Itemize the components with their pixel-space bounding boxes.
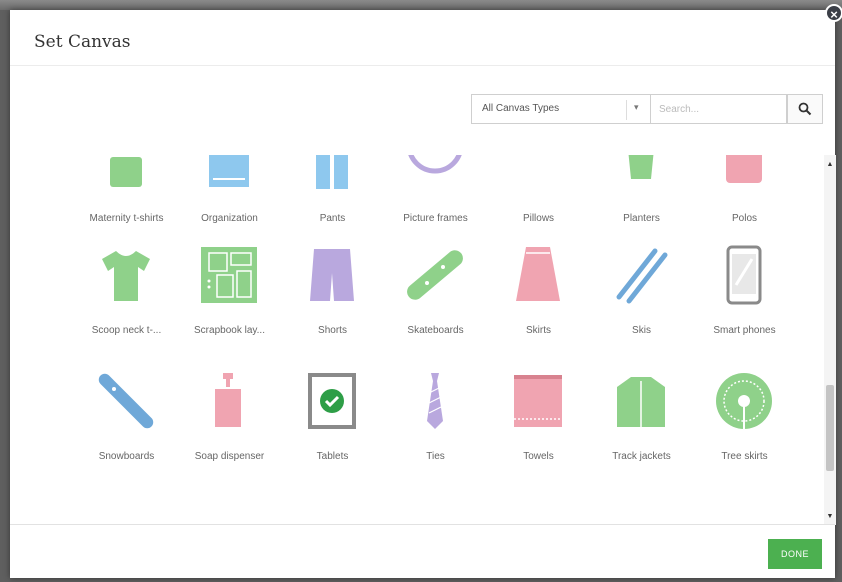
canvas-tile-label: Scoop neck t-... bbox=[91, 325, 162, 336]
jacket-icon bbox=[611, 497, 671, 525]
scroll-up-arrow[interactable]: ▲ bbox=[824, 159, 836, 171]
title-divider bbox=[10, 65, 835, 66]
canvas-tile[interactable] bbox=[285, 489, 380, 525]
canvas-tile[interactable]: Scrapbook lay... bbox=[182, 237, 277, 357]
set-canvas-dialog: Set Canvas All Canvas Types ▾ Maternity … bbox=[10, 10, 836, 578]
canvas-tile-label: Skirts bbox=[526, 325, 551, 336]
canvas-tile[interactable]: Tablets bbox=[285, 363, 380, 483]
canvas-tile-label: Skateboards bbox=[407, 325, 464, 336]
scoop-neck-tshirt-icon bbox=[102, 251, 150, 301]
window-icon bbox=[714, 497, 774, 525]
search-icon bbox=[798, 102, 812, 116]
canvas-tile[interactable]: Polos bbox=[697, 155, 792, 245]
canvas-tile[interactable]: Skateboards bbox=[388, 237, 483, 357]
canvas-grid: Maternity t-shirts Organization Pants Pictu… bbox=[79, 155, 829, 525]
canvas-tile[interactable]: Organization bbox=[182, 155, 277, 245]
canvas-tile-label: Planters bbox=[623, 213, 660, 224]
canvas-type-value: All Canvas Types bbox=[482, 103, 560, 114]
scroll-thumb[interactable] bbox=[826, 385, 834, 471]
vneck-tshirt-icon bbox=[302, 497, 362, 525]
organization-icon bbox=[209, 155, 249, 187]
canvas-tile[interactable]: Planters bbox=[594, 155, 689, 245]
canvas-tile[interactable]: Snowboards bbox=[79, 363, 174, 483]
polo-icon bbox=[726, 155, 762, 183]
canvas-tile[interactable]: Ties bbox=[388, 363, 483, 483]
canvas-tile[interactable]: Shorts bbox=[285, 237, 380, 357]
canvas-tile-label: Ties bbox=[426, 451, 445, 462]
snowboard-icon bbox=[98, 373, 154, 429]
canvas-tile-label: Organization bbox=[201, 213, 258, 224]
towel-icon bbox=[514, 375, 562, 427]
smartphone-icon bbox=[726, 245, 762, 305]
canvas-tile[interactable]: Pillows bbox=[491, 155, 586, 245]
pillow-icon bbox=[508, 155, 568, 193]
close-icon[interactable]: × bbox=[825, 4, 842, 22]
graphic-tshirt-icon bbox=[508, 497, 568, 525]
chevron-down-icon[interactable]: ▾ bbox=[634, 102, 639, 113]
canvas-tile-label: Shorts bbox=[318, 325, 347, 336]
footer-divider bbox=[10, 524, 835, 525]
canvas-tile-label: Pillows bbox=[522, 213, 555, 224]
umbrella-icon bbox=[245, 524, 253, 525]
skis-icon bbox=[616, 248, 668, 304]
canvas-tile-label: Scrapbook lay... bbox=[194, 325, 265, 336]
canvas-tile[interactable] bbox=[79, 489, 174, 525]
scroll-down-arrow[interactable]: ▼ bbox=[824, 511, 836, 523]
canvas-tile-label: Tree skirts bbox=[721, 451, 768, 462]
canvas-tile[interactable]: Track jackets bbox=[594, 363, 689, 483]
canvas-tile-label: Track jackets bbox=[612, 451, 671, 462]
canvas-tile[interactable]: Smart phones bbox=[697, 237, 792, 357]
canvas-tile-label: Maternity t-shirts bbox=[89, 213, 164, 224]
grid-scrollbar[interactable]: ▲ ▼ bbox=[824, 155, 836, 525]
page-backdrop bbox=[0, 0, 842, 10]
canvas-tile[interactable] bbox=[594, 489, 689, 525]
canvas-tile[interactable]: Tree skirts bbox=[697, 363, 792, 483]
select-divider bbox=[626, 100, 627, 120]
tree-skirt-icon bbox=[716, 373, 772, 429]
scrapbook-layout-icon bbox=[201, 247, 257, 303]
canvas-tile-label: Snowboards bbox=[98, 451, 155, 462]
canvas-tile-label: Skis bbox=[632, 325, 651, 336]
canvas-tile-label: Towels bbox=[523, 451, 554, 462]
picture-frame-icon bbox=[408, 155, 462, 174]
maternity-tshirt-icon bbox=[110, 157, 142, 187]
track-jacket-icon bbox=[617, 377, 665, 427]
canvas-tile[interactable] bbox=[491, 489, 586, 525]
tie-icon bbox=[427, 373, 443, 429]
canvas-tile[interactable]: Picture frames bbox=[388, 155, 483, 245]
skirt-icon bbox=[516, 247, 560, 301]
canvas-tile-label: Smart phones bbox=[713, 325, 776, 336]
tablet-icon bbox=[308, 373, 356, 429]
search-input[interactable] bbox=[651, 94, 787, 124]
dialog-title: Set Canvas bbox=[34, 32, 131, 52]
done-button[interactable]: DONE bbox=[768, 539, 822, 569]
canvas-tile-label: Soap dispenser bbox=[194, 451, 265, 462]
canvas-tile[interactable]: Maternity t-shirts bbox=[79, 155, 174, 245]
long-sleeve-icon bbox=[405, 497, 465, 525]
canvas-tile[interactable] bbox=[388, 489, 483, 525]
search-button[interactable] bbox=[787, 94, 823, 124]
canvas-tile[interactable]: Pants bbox=[285, 155, 380, 245]
canvas-type-select[interactable]: All Canvas Types ▾ bbox=[471, 94, 651, 124]
planter-icon bbox=[628, 155, 654, 179]
canvas-tile-label: Pants bbox=[319, 213, 346, 224]
canvas-tile[interactable] bbox=[697, 489, 792, 525]
skateboard-icon bbox=[407, 250, 463, 300]
canvas-tile[interactable]: Scoop neck t-... bbox=[79, 237, 174, 357]
canvas-tile[interactable]: Skirts bbox=[491, 237, 586, 357]
soap-dispenser-icon bbox=[215, 373, 241, 427]
canvas-tile[interactable]: Towels bbox=[491, 363, 586, 483]
canvas-tile[interactable]: Skis bbox=[594, 237, 689, 357]
tshirt-icon bbox=[96, 497, 156, 525]
canvas-tile[interactable]: Soap dispenser bbox=[182, 363, 277, 483]
canvas-tile-label: Polos bbox=[731, 213, 757, 224]
pants-icon bbox=[316, 155, 348, 189]
shorts-icon bbox=[310, 249, 354, 301]
canvas-tile-label: Tablets bbox=[316, 451, 349, 462]
canvas-tile-label: Picture frames bbox=[403, 213, 468, 224]
canvas-tile[interactable] bbox=[182, 489, 277, 525]
